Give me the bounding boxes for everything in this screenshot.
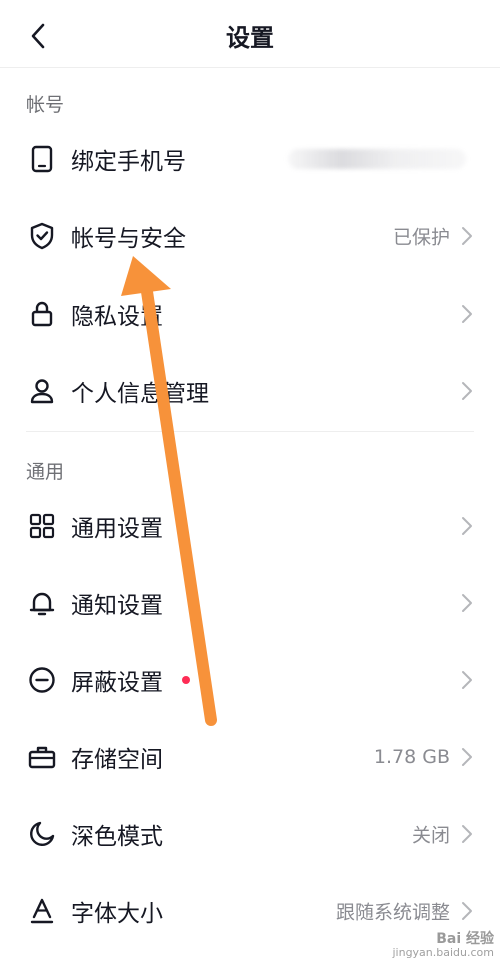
row-label: 通知设置	[71, 593, 163, 619]
briefcase-icon	[28, 743, 56, 771]
row-label: 存储空间	[71, 747, 163, 773]
bell-icon	[28, 589, 56, 617]
page-title: 设置	[226, 24, 274, 52]
chevron-right-icon	[462, 227, 472, 245]
row-label: 帐号与安全	[71, 226, 186, 252]
row-block-settings[interactable]: 屏蔽设置	[0, 643, 500, 717]
watermark-logo: Bai 经验	[436, 931, 494, 947]
row-value: 跟随系统调整	[335, 901, 450, 924]
chevron-right-icon	[462, 748, 472, 766]
row-general-settings[interactable]: 通用设置	[0, 489, 500, 563]
row-bind-phone[interactable]: 绑定手机号	[0, 122, 500, 196]
chevron-right-icon	[462, 825, 472, 843]
row-label: 隐私设置	[71, 304, 163, 330]
notification-dot	[182, 676, 190, 684]
section-divider	[26, 431, 474, 432]
row-label: 个人信息管理	[71, 381, 209, 407]
moon-icon	[28, 820, 56, 848]
user-icon	[28, 377, 56, 405]
row-account-security[interactable]: 帐号与安全 已保护	[0, 199, 500, 273]
top-bar: 设置	[0, 0, 500, 68]
row-personal-info[interactable]: 个人信息管理	[0, 354, 500, 428]
watermark: Bai 经验 jingyan.baidu.com	[392, 931, 494, 959]
section-title-account: 帐号	[26, 94, 65, 116]
chevron-right-icon	[462, 594, 472, 612]
minus-circle-icon	[28, 666, 56, 694]
row-label: 字体大小	[71, 901, 163, 927]
chevron-right-icon	[462, 902, 472, 920]
row-label: 深色模式	[71, 824, 163, 850]
row-value: 关闭	[411, 824, 450, 847]
chevron-right-icon	[462, 517, 472, 535]
row-notification-settings[interactable]: 通知设置	[0, 566, 500, 640]
phone-icon	[28, 145, 56, 173]
row-dark-mode[interactable]: 深色模式 关闭	[0, 797, 500, 871]
watermark-url: jingyan.baidu.com	[392, 946, 494, 959]
font-icon	[28, 897, 56, 925]
row-label: 通用设置	[71, 516, 163, 542]
chevron-right-icon	[462, 382, 472, 400]
row-storage[interactable]: 存储空间 1.78 GB	[0, 720, 500, 794]
section-title-general: 通用	[26, 461, 65, 483]
chevron-right-icon	[462, 671, 472, 689]
row-label: 屏蔽设置	[71, 670, 163, 696]
chevron-right-icon	[462, 305, 472, 323]
masked-phone-number	[288, 149, 466, 169]
grid-icon	[28, 512, 56, 540]
shield-check-icon	[28, 222, 56, 250]
row-value: 1.78 GB	[373, 746, 450, 768]
row-value: 已保护	[392, 226, 450, 249]
lock-icon	[28, 300, 56, 328]
row-privacy-settings[interactable]: 隐私设置	[0, 277, 500, 351]
row-label: 绑定手机号	[71, 149, 186, 175]
